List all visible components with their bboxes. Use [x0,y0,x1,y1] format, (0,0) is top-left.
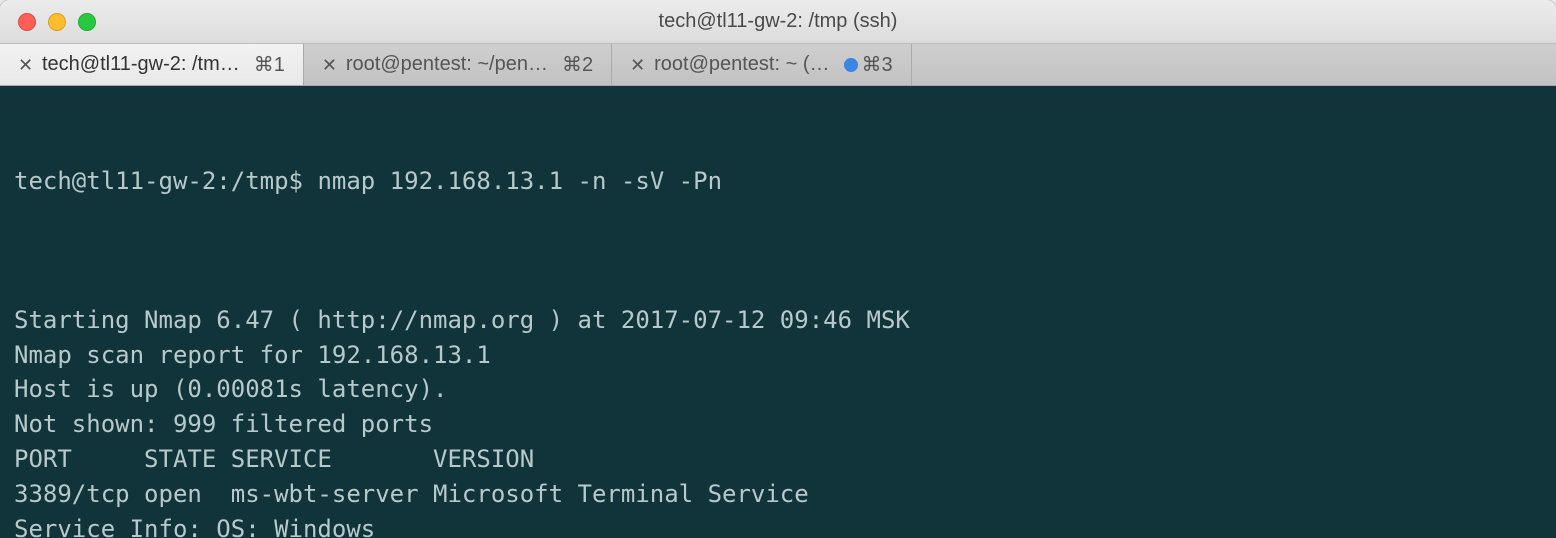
terminal-line: Host is up (0.00081s latency). [14,372,1542,407]
tab-shortcut-text: ⌘3 [862,52,893,77]
terminal-output: Starting Nmap 6.47 ( http://nmap.org ) a… [14,268,1542,538]
minimize-icon[interactable] [48,13,66,31]
tab-2[interactable]: ✕ root@pentest: ~/pen… ⌘2 [304,44,612,85]
tab-shortcut: ⌘3 [844,52,893,77]
titlebar: tech@tl11-gw-2: /tmp (ssh) [0,0,1556,44]
close-icon[interactable] [18,13,36,31]
terminal-window: tech@tl11-gw-2: /tmp (ssh) ✕ tech@tl11-g… [0,0,1556,538]
close-tab-icon[interactable]: ✕ [18,56,32,74]
tab-shortcut: ⌘1 [254,52,285,77]
terminal-line: Nmap scan report for 192.168.13.1 [14,338,1542,373]
close-tab-icon[interactable]: ✕ [630,56,644,74]
terminal-line: tech@tl11-gw-2:/tmp$ nmap 192.168.13.1 -… [14,164,1542,199]
terminal-line: Starting Nmap 6.47 ( http://nmap.org ) a… [14,303,1542,338]
tab-bar: ✕ tech@tl11-gw-2: /tm… ⌘1 ✕ root@pentest… [0,44,1556,86]
terminal-line: Not shown: 999 filtered ports [14,407,1542,442]
tab-label: root@pentest: ~/pen… [346,53,548,76]
tab-label: root@pentest: ~ (… [654,53,829,76]
tab-3[interactable]: ✕ root@pentest: ~ (… ⌘3 [612,44,912,85]
tab-shortcut: ⌘2 [562,52,593,77]
terminal-line: PORT STATE SERVICE VERSION [14,442,1542,477]
terminal-line: Service Info: OS: Windows [14,512,1542,538]
close-tab-icon[interactable]: ✕ [322,56,336,74]
tab-label: tech@tl11-gw-2: /tm… [42,53,240,76]
zoom-icon[interactable] [78,13,96,31]
command-text: nmap 192.168.13.1 -n -sV -Pn [317,167,722,195]
terminal-line: 3389/tcp open ms-wbt-server Microsoft Te… [14,477,1542,512]
window-controls [0,13,96,31]
prompt: tech@tl11-gw-2:/tmp$ [14,167,317,195]
modified-dot-icon [844,58,858,72]
terminal-viewport[interactable]: tech@tl11-gw-2:/tmp$ nmap 192.168.13.1 -… [0,86,1556,538]
window-title: tech@tl11-gw-2: /tmp (ssh) [0,10,1556,33]
tab-1[interactable]: ✕ tech@tl11-gw-2: /tm… ⌘1 [0,44,304,85]
terminal-line [14,268,1542,303]
